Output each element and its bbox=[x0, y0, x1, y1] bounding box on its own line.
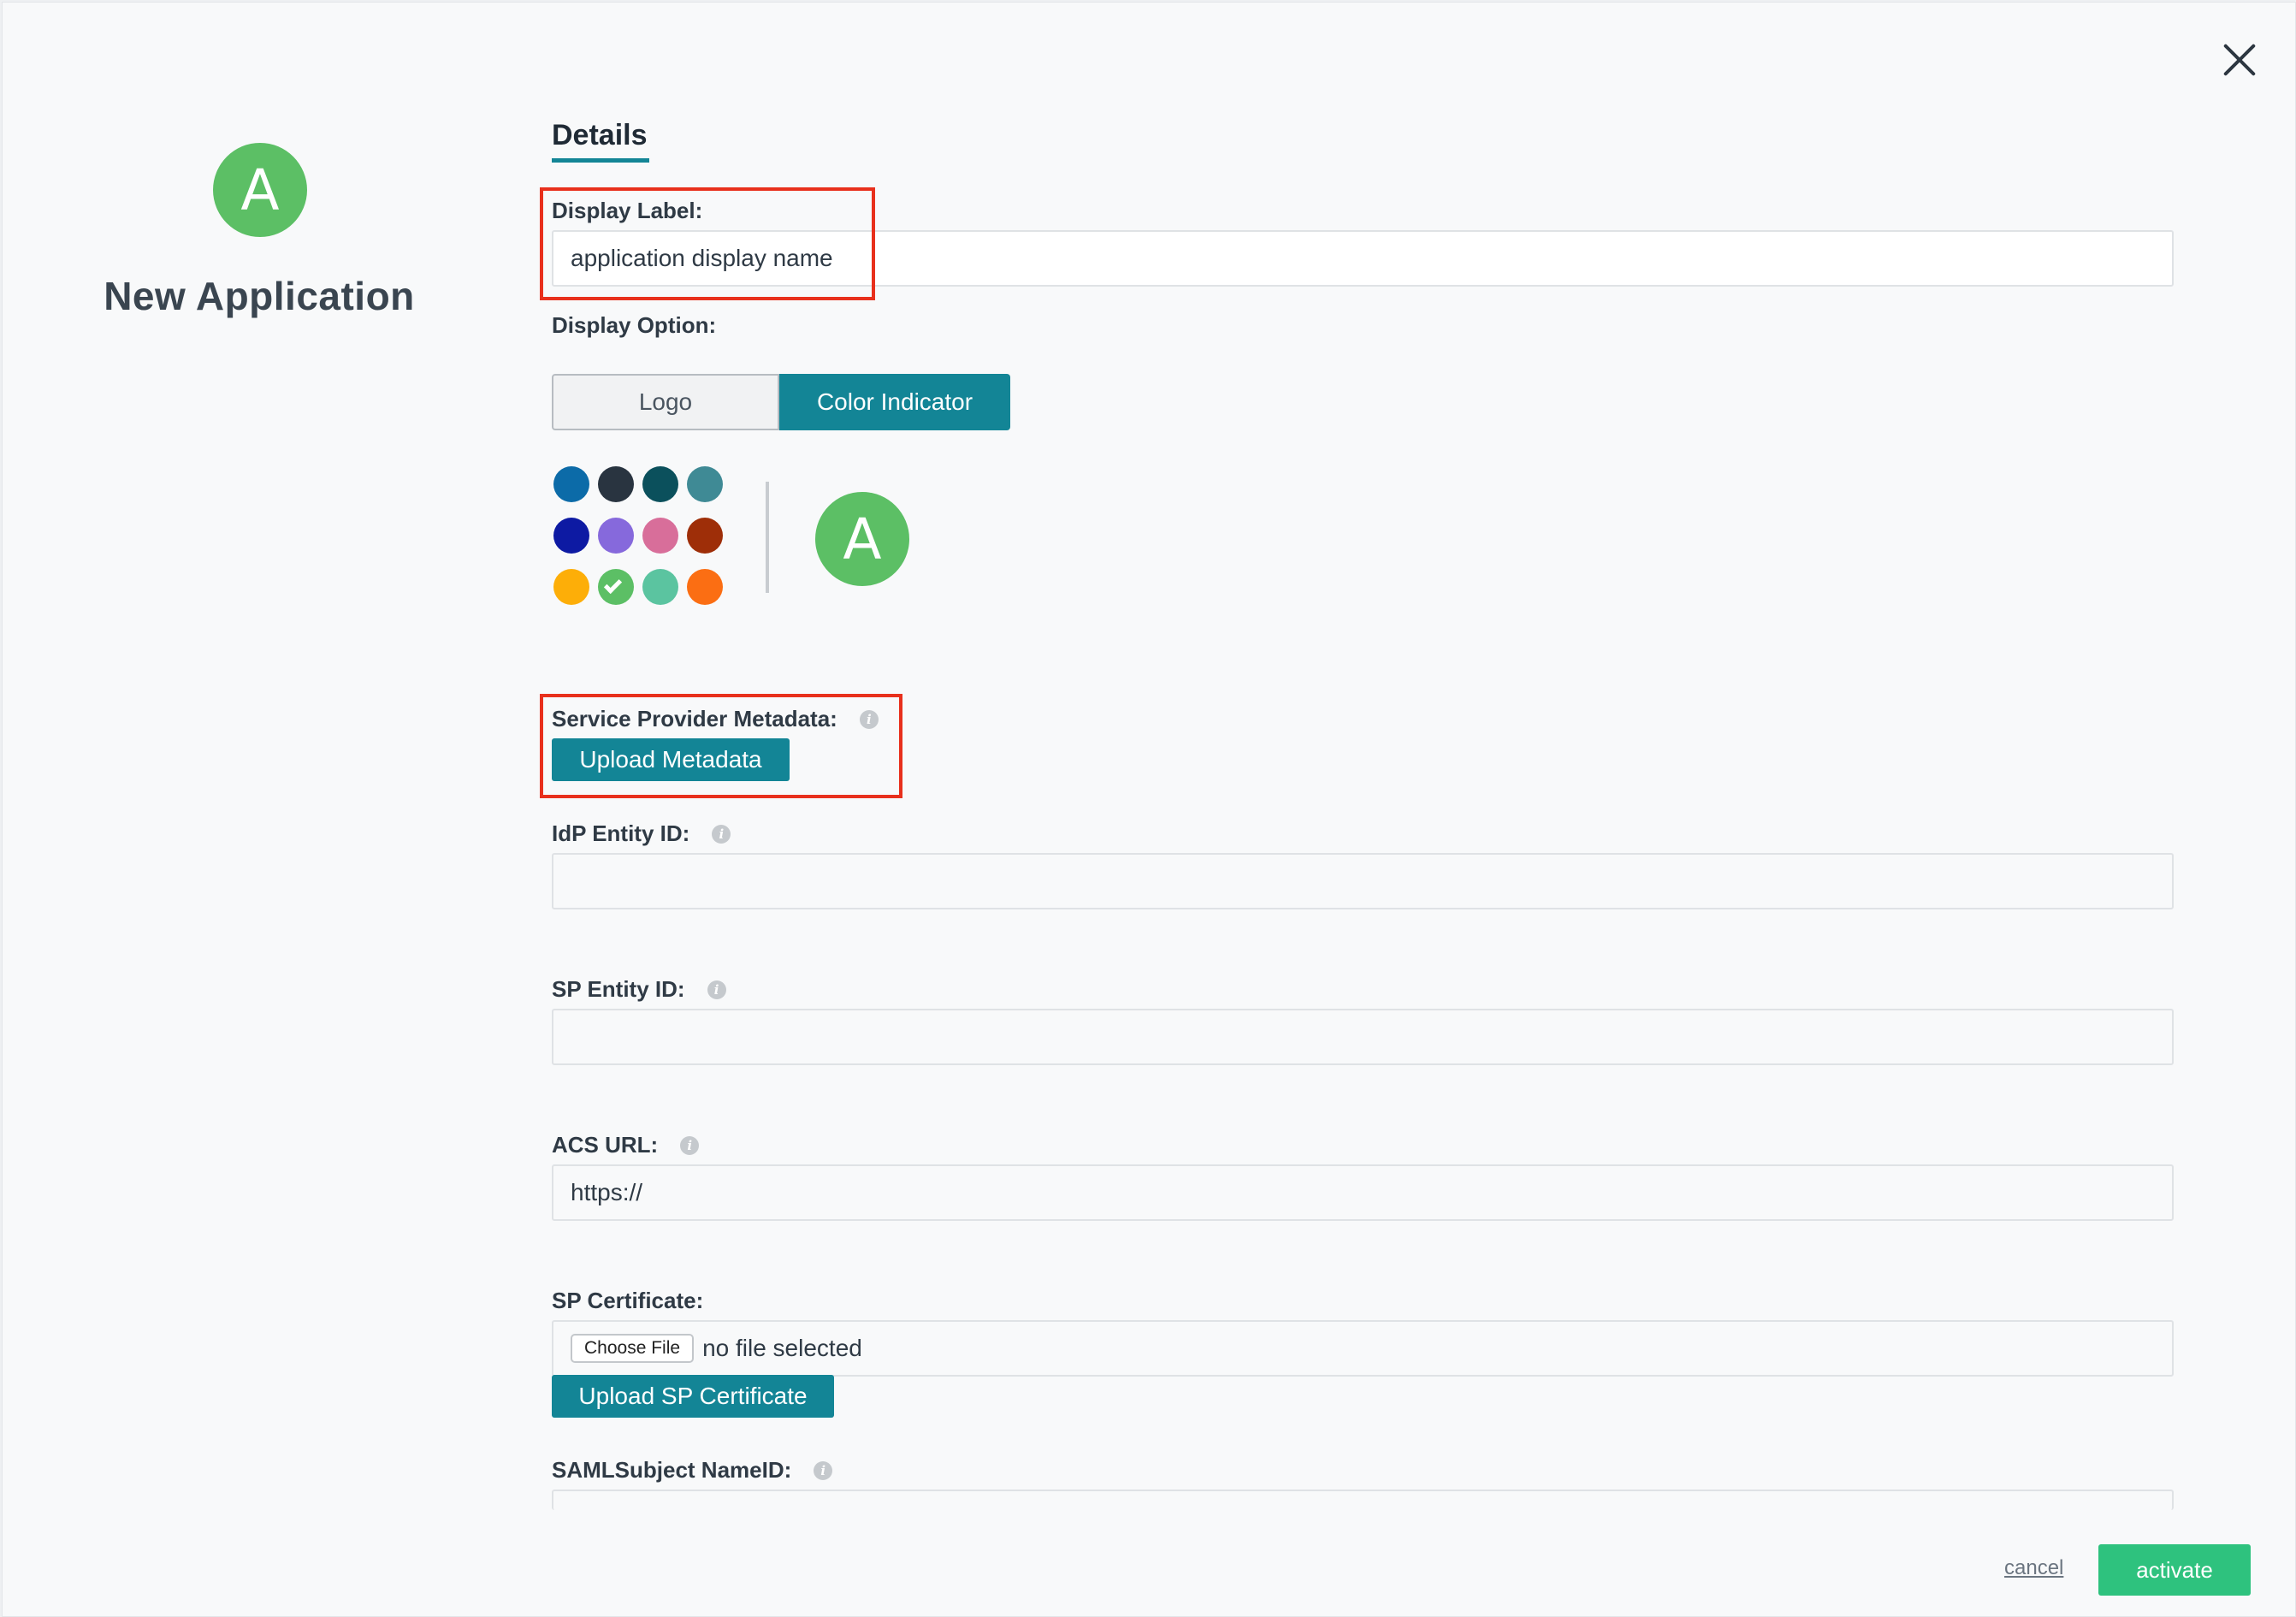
tab-details[interactable]: Details bbox=[552, 119, 648, 152]
color-swatch[interactable] bbox=[642, 466, 678, 502]
upload-sp-certificate-button[interactable]: Upload SP Certificate bbox=[552, 1375, 834, 1418]
app-avatar-letter: A bbox=[240, 157, 280, 223]
idp-entity-id-label-text: IdP Entity ID: bbox=[552, 820, 690, 846]
color-swatch[interactable] bbox=[553, 569, 589, 605]
display-option-label: Display Option: bbox=[552, 312, 717, 338]
check-icon bbox=[603, 575, 623, 595]
page-title: New Application bbox=[104, 274, 415, 318]
display-label-highlight bbox=[540, 187, 875, 300]
color-swatch[interactable] bbox=[598, 569, 634, 605]
info-icon[interactable]: i bbox=[680, 1135, 700, 1155]
new-application-modal: A New Application Details Display Label:… bbox=[2, 2, 2296, 1617]
info-icon[interactable]: i bbox=[814, 1460, 833, 1480]
display-option-logo-button[interactable]: Logo bbox=[552, 374, 779, 430]
display-option-color-indicator-button[interactable]: Color Indicator bbox=[779, 374, 1010, 430]
sp-entity-id-input[interactable] bbox=[552, 1009, 2174, 1065]
idp-entity-id-label: IdP Entity ID: i bbox=[552, 820, 731, 847]
color-preview-letter: A bbox=[843, 506, 882, 572]
app-avatar: A bbox=[213, 143, 307, 237]
saml-subject-input[interactable] bbox=[552, 1490, 2174, 1510]
color-swatch[interactable] bbox=[687, 466, 723, 502]
acs-url-label: ACS URL: i bbox=[552, 1132, 700, 1158]
idp-entity-id-input[interactable] bbox=[552, 853, 2174, 909]
color-swatch[interactable] bbox=[598, 466, 634, 502]
saml-subject-label: SAMLSubject NameID: i bbox=[552, 1457, 833, 1484]
acs-url-input[interactable]: https:// bbox=[552, 1164, 2174, 1221]
cancel-link[interactable]: cancel bbox=[2004, 1556, 2063, 1580]
color-swatch[interactable] bbox=[553, 466, 589, 502]
color-swatch[interactable] bbox=[598, 518, 634, 554]
color-preview-avatar: A bbox=[815, 492, 909, 586]
tab-active-indicator bbox=[552, 158, 649, 163]
info-icon[interactable]: i bbox=[707, 980, 726, 999]
acs-url-value: https:// bbox=[571, 1179, 643, 1205]
color-swatch[interactable] bbox=[687, 518, 723, 554]
saml-subject-label-text: SAMLSubject NameID: bbox=[552, 1457, 792, 1483]
color-swatch[interactable] bbox=[687, 569, 723, 605]
close-icon[interactable] bbox=[2222, 42, 2258, 78]
activate-button[interactable]: activate bbox=[2098, 1544, 2251, 1596]
sp-certificate-file-field: Choose File no file selected bbox=[552, 1320, 2174, 1377]
color-swatch[interactable] bbox=[642, 569, 678, 605]
acs-url-label-text: ACS URL: bbox=[552, 1132, 659, 1158]
color-swatch[interactable] bbox=[553, 518, 589, 554]
sp-entity-id-label-text: SP Entity ID: bbox=[552, 976, 685, 1002]
file-status: no file selected bbox=[702, 1335, 862, 1361]
sp-entity-id-label: SP Entity ID: i bbox=[552, 976, 726, 1003]
color-swatch[interactable] bbox=[642, 518, 678, 554]
choose-file-button[interactable]: Choose File bbox=[571, 1334, 695, 1363]
info-icon[interactable]: i bbox=[712, 824, 731, 844]
swatch-divider bbox=[766, 482, 769, 593]
sp-metadata-highlight bbox=[540, 694, 902, 798]
sp-certificate-label: SP Certificate: bbox=[552, 1288, 704, 1313]
